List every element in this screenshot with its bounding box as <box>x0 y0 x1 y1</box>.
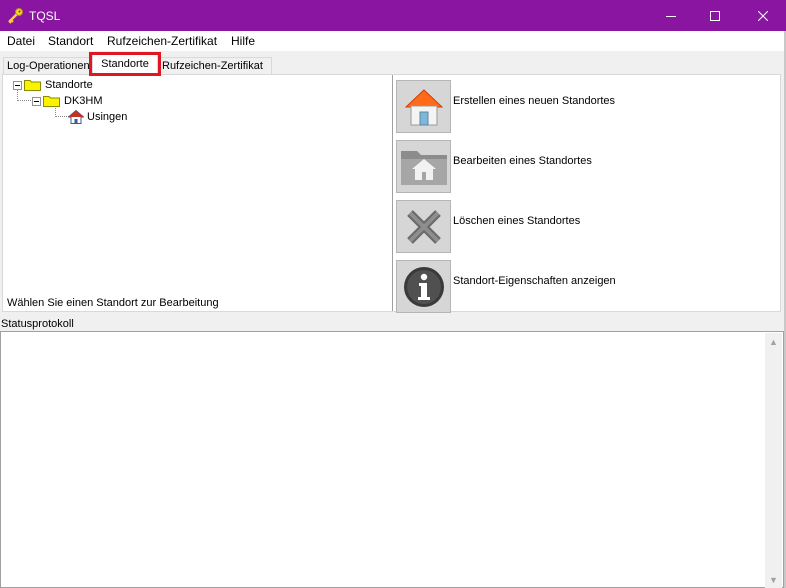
tab-log-operationen[interactable]: Log-Operationen <box>3 57 92 75</box>
tqsl-window: TQSL Datei Standort Rufzeichen-Zertifika… <box>0 0 786 588</box>
collapse-icon[interactable] <box>13 80 22 90</box>
tab-strip: Log-Operationen Standorte Rufzeichen-Zer… <box>0 51 786 75</box>
delete-location-action[interactable]: Löschen eines Standortes <box>396 198 780 254</box>
maximize-button[interactable] <box>692 0 738 31</box>
menu-standort[interactable]: Standort <box>48 34 93 48</box>
title-bar: TQSL <box>0 0 786 31</box>
tree-node-standorte[interactable]: Standorte <box>13 77 93 93</box>
tab-standorte[interactable]: Standorte <box>92 54 158 75</box>
minimize-icon <box>666 15 676 17</box>
show-properties-label: Standort-Eigenschaften anzeigen <box>453 275 616 287</box>
house-add-icon[interactable] <box>396 80 451 133</box>
create-location-action[interactable]: Erstellen eines neuen Standortes <box>396 78 780 134</box>
key-icon <box>6 7 24 25</box>
menu-bar: Datei Standort Rufzeichen-Zertifikat Hil… <box>0 31 786 51</box>
scroll-down-icon[interactable]: ▼ <box>765 571 782 588</box>
tree-label-standorte: Standorte <box>45 79 93 91</box>
tree-hint-text: Wählen Sie einen Standort zur Bearbeitun… <box>7 297 219 309</box>
status-log-label: Statusprotokoll <box>1 318 74 330</box>
delete-x-icon[interactable] <box>396 200 451 253</box>
tab-rufzeichen-zertifikat[interactable]: Rufzeichen-Zertifikat <box>158 57 272 75</box>
edit-location-label: Bearbeiten eines Standortes <box>453 155 592 167</box>
create-location-label: Erstellen eines neuen Standortes <box>453 95 616 107</box>
window-title: TQSL <box>29 9 61 23</box>
scroll-up-icon[interactable]: ▲ <box>765 333 782 350</box>
menu-rufzeichen-zertifikat[interactable]: Rufzeichen-Zertifikat <box>107 34 217 48</box>
tree-connector <box>55 116 69 117</box>
close-icon <box>758 10 768 21</box>
maximize-icon <box>710 10 720 21</box>
delete-location-label: Löschen eines Standortes <box>453 215 581 227</box>
house-icon <box>67 109 85 124</box>
location-tree[interactable]: Standorte DK3HM Usingen Wählen Sie einen… <box>3 75 392 311</box>
folder-house-icon[interactable] <box>396 140 451 193</box>
folder-icon <box>43 95 60 107</box>
collapse-icon[interactable] <box>32 96 41 106</box>
standorte-panel: Standorte DK3HM Usingen Wählen Sie einen… <box>2 74 781 314</box>
status-scrollbar[interactable]: ▲ ▼ <box>765 333 782 588</box>
edit-location-action[interactable]: Bearbeiten eines Standortes <box>396 138 780 194</box>
tree-label-location: Usingen <box>87 111 128 123</box>
menu-hilfe[interactable]: Hilfe <box>231 34 255 48</box>
tree-connector <box>17 100 33 101</box>
info-icon[interactable] <box>396 260 451 313</box>
close-button[interactable] <box>740 0 786 31</box>
minimize-button[interactable] <box>648 0 694 31</box>
panel-divider <box>392 75 393 311</box>
menu-datei[interactable]: Datei <box>7 34 35 48</box>
status-log-area[interactable]: ▲ ▼ <box>0 331 784 588</box>
folder-icon <box>24 79 41 91</box>
tree-node-location[interactable]: Usingen <box>67 109 128 125</box>
show-properties-action[interactable]: Standort-Eigenschaften anzeigen <box>396 258 780 314</box>
tree-node-callsign[interactable]: DK3HM <box>32 93 103 109</box>
tree-label-callsign: DK3HM <box>64 95 103 107</box>
